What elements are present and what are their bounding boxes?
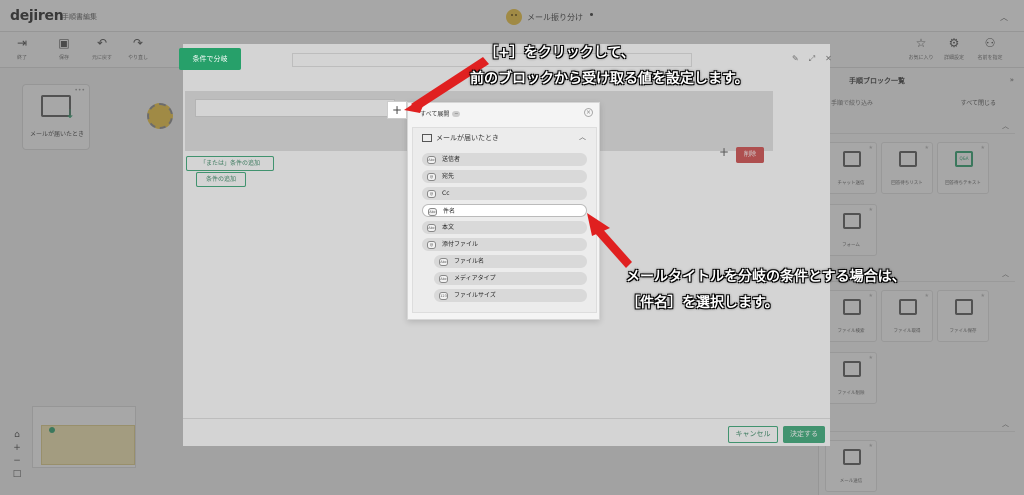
annotation-right-line1: メールタイトルを分岐の条件とする場合は、: [626, 269, 906, 285]
annotation-right-line2: ［件名］を選択します。: [626, 295, 779, 311]
annotation-top-line1: ［+］をクリックして、: [484, 45, 635, 61]
arrow-to-subject-head: [587, 213, 610, 236]
annotation-top-line2: 前のブロックから受け取る値を設定します。: [470, 71, 749, 87]
